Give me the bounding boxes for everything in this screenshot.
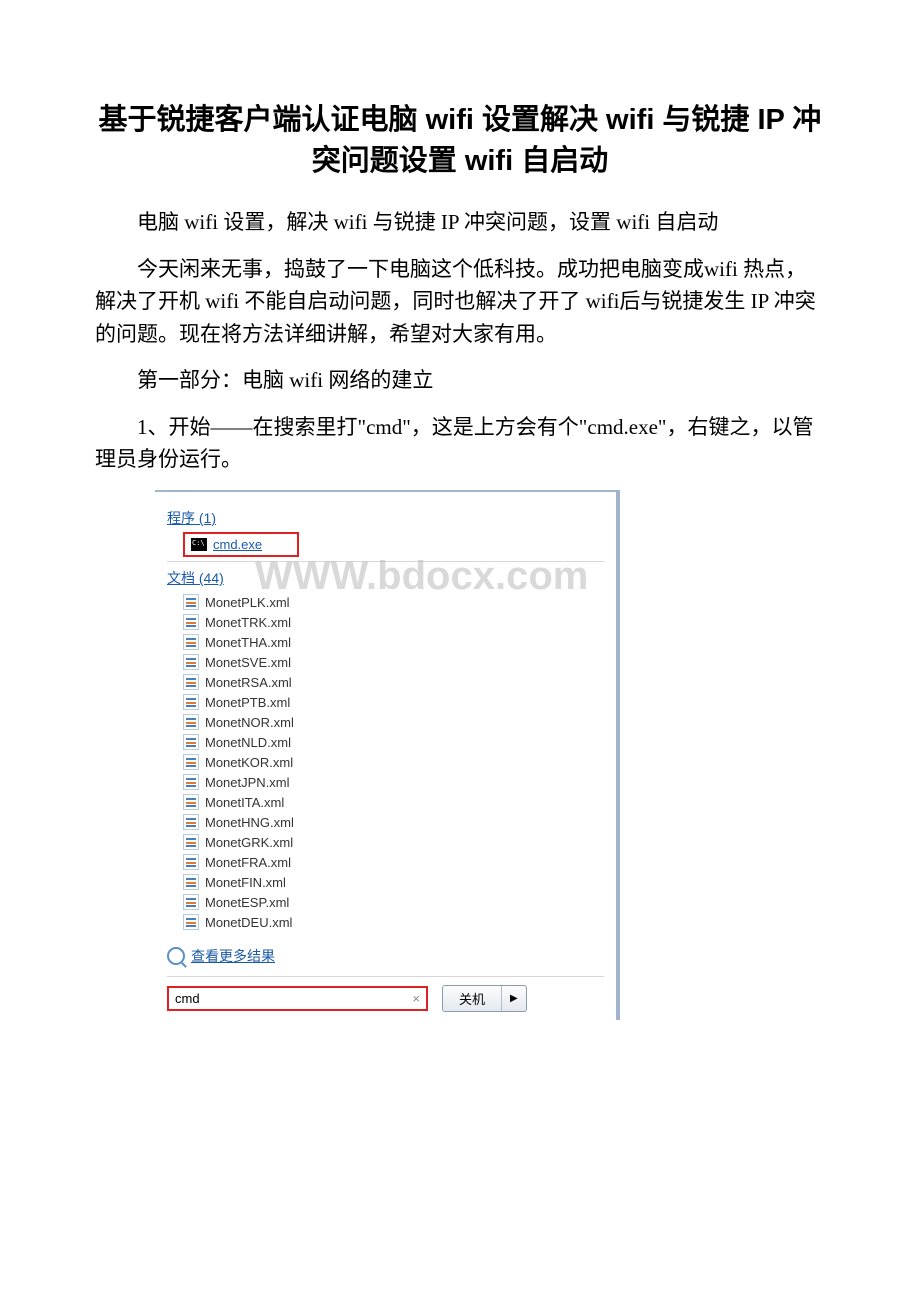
start-menu-screenshot: WWW.bdocx.com 程序 (1) cmd.exe 文档 (44) Mon… bbox=[155, 490, 620, 1020]
bottom-bar: cmd × 关机 ▶ bbox=[167, 976, 604, 1012]
search-value: cmd bbox=[175, 991, 200, 1006]
chevron-right-icon[interactable]: ▶ bbox=[502, 986, 526, 1011]
docs-header: 文档 (44) bbox=[167, 568, 604, 588]
file-name: MonetPLK.xml bbox=[205, 595, 290, 610]
list-item[interactable]: MonetPLK.xml bbox=[183, 592, 604, 612]
xml-file-icon bbox=[183, 774, 199, 790]
file-name: MonetKOR.xml bbox=[205, 755, 293, 770]
file-name: MonetJPN.xml bbox=[205, 775, 290, 790]
file-name: MonetRSA.xml bbox=[205, 675, 292, 690]
xml-file-icon bbox=[183, 594, 199, 610]
xml-file-icon bbox=[183, 694, 199, 710]
file-name: MonetGRK.xml bbox=[205, 835, 293, 850]
xml-file-icon bbox=[183, 654, 199, 670]
xml-file-icon bbox=[183, 674, 199, 690]
xml-file-icon bbox=[183, 614, 199, 630]
search-input[interactable]: cmd × bbox=[167, 986, 428, 1011]
body-paragraph-1: 今天闲来无事，捣鼓了一下电脑这个低科技。成功把电脑变成wifi 热点，解决了开机… bbox=[95, 253, 825, 351]
cmd-icon bbox=[191, 538, 207, 551]
divider bbox=[167, 561, 604, 562]
list-item[interactable]: MonetSVE.xml bbox=[183, 652, 604, 672]
file-name: MonetPTB.xml bbox=[205, 695, 290, 710]
list-item[interactable]: MonetKOR.xml bbox=[183, 752, 604, 772]
list-item[interactable]: MonetESP.xml bbox=[183, 892, 604, 912]
intro-paragraph: 电脑 wifi 设置，解决 wifi 与锐捷 IP 冲突问题，设置 wifi 自… bbox=[95, 206, 825, 239]
list-item[interactable]: MonetITA.xml bbox=[183, 792, 604, 812]
file-name: MonetFRA.xml bbox=[205, 855, 291, 870]
shutdown-label: 关机 bbox=[443, 986, 502, 1011]
list-item[interactable]: MonetHNG.xml bbox=[183, 812, 604, 832]
list-item[interactable]: MonetGRK.xml bbox=[183, 832, 604, 852]
xml-file-icon bbox=[183, 814, 199, 830]
document-title: 基于锐捷客户端认证电脑 wifi 设置解决 wifi 与锐捷 IP 冲突问题设置… bbox=[95, 100, 825, 181]
xml-file-icon bbox=[183, 874, 199, 890]
file-name: MonetHNG.xml bbox=[205, 815, 294, 830]
file-list: MonetPLK.xml MonetTRK.xml MonetTHA.xml Mone… bbox=[183, 592, 604, 932]
list-item[interactable]: MonetTHA.xml bbox=[183, 632, 604, 652]
xml-file-icon bbox=[183, 714, 199, 730]
xml-file-icon bbox=[183, 734, 199, 750]
list-item[interactable]: MonetNOR.xml bbox=[183, 712, 604, 732]
xml-file-icon bbox=[183, 854, 199, 870]
file-name: MonetSVE.xml bbox=[205, 655, 291, 670]
programs-header: 程序 (1) bbox=[167, 508, 604, 528]
more-results-link[interactable]: 查看更多结果 bbox=[167, 946, 604, 966]
file-name: MonetTRK.xml bbox=[205, 615, 291, 630]
xml-file-icon bbox=[183, 894, 199, 910]
shutdown-button[interactable]: 关机 ▶ bbox=[442, 985, 527, 1012]
list-item[interactable]: MonetPTB.xml bbox=[183, 692, 604, 712]
xml-file-icon bbox=[183, 754, 199, 770]
list-item[interactable]: MonetTRK.xml bbox=[183, 612, 604, 632]
file-name: MonetNLD.xml bbox=[205, 735, 291, 750]
file-name: MonetTHA.xml bbox=[205, 635, 291, 650]
list-item[interactable]: MonetFIN.xml bbox=[183, 872, 604, 892]
xml-file-icon bbox=[183, 914, 199, 930]
list-item[interactable]: MonetJPN.xml bbox=[183, 772, 604, 792]
step-1: 1、开始——在搜索里打"cmd"，这是上方会有个"cmd.exe"，右键之，以管… bbox=[95, 411, 825, 476]
list-item[interactable]: MonetRSA.xml bbox=[183, 672, 604, 692]
list-item[interactable]: MonetDEU.xml bbox=[183, 912, 604, 932]
file-name: MonetFIN.xml bbox=[205, 875, 286, 890]
clear-icon[interactable]: × bbox=[412, 991, 420, 1006]
xml-file-icon bbox=[183, 634, 199, 650]
search-icon bbox=[167, 947, 185, 965]
xml-file-icon bbox=[183, 794, 199, 810]
list-item[interactable]: MonetNLD.xml bbox=[183, 732, 604, 752]
cmd-exe-label: cmd.exe bbox=[213, 537, 262, 552]
section-heading: 第一部分：电脑 wifi 网络的建立 bbox=[95, 364, 825, 397]
file-name: MonetESP.xml bbox=[205, 895, 289, 910]
file-name: MonetITA.xml bbox=[205, 795, 284, 810]
xml-file-icon bbox=[183, 834, 199, 850]
list-item[interactable]: MonetFRA.xml bbox=[183, 852, 604, 872]
cmd-exe-result[interactable]: cmd.exe bbox=[183, 532, 299, 557]
file-name: MonetNOR.xml bbox=[205, 715, 294, 730]
file-name: MonetDEU.xml bbox=[205, 915, 292, 930]
